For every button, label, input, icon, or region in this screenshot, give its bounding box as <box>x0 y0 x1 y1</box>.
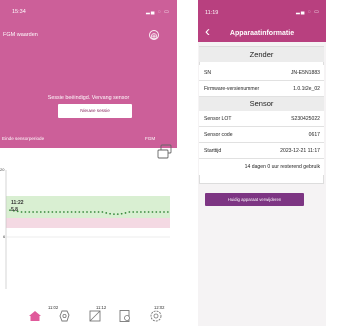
y-tick-mid: 6 <box>3 234 6 239</box>
glucose-dot <box>109 212 111 215</box>
lot-row: Sensor LOT S230425022 <box>199 111 324 127</box>
sensor-section-header: Sensor <box>199 97 324 111</box>
glucose-dot <box>32 211 34 213</box>
statistics-icon[interactable] <box>88 309 102 323</box>
code-value: 0617 <box>308 132 320 138</box>
glucose-dot <box>143 211 146 213</box>
glucose-dot <box>70 211 73 213</box>
glucose-dot <box>28 211 31 213</box>
glucose-dot <box>86 211 88 213</box>
glucose-dot <box>140 211 142 213</box>
glucose-dot <box>78 211 81 213</box>
remaining-text: 14 dagen 0 uur resterend gebruik <box>244 164 320 170</box>
header-title: FGM waarden <box>3 32 38 38</box>
sn-row: SN JN-E5N1883 <box>199 65 324 81</box>
reading-value: 5.8 <box>11 207 18 213</box>
glucose-dot <box>151 211 154 213</box>
firmware-label: Firmware-versienummer <box>204 86 260 92</box>
settings-icon[interactable] <box>149 309 163 323</box>
home-icon[interactable] <box>28 310 42 322</box>
x-label-1: 11:02 <box>48 305 59 310</box>
reading-time: 11:22 <box>11 200 24 206</box>
glucose-dot <box>93 211 96 213</box>
sn-value: JN-E5N1883 <box>290 70 320 76</box>
left-header-panel <box>0 0 177 148</box>
footer-left-label: Einde sensorperiode <box>2 136 45 141</box>
glucose-dot <box>47 211 50 213</box>
glucose-dot <box>166 211 169 213</box>
lot-label: Sensor LOT <box>204 116 232 122</box>
session-ended-message: Sessie beëindigd. Vervang sensor <box>47 95 130 101</box>
glucose-dot <box>66 211 69 213</box>
lot-value: S230425022 <box>291 116 320 122</box>
glucose-dot <box>128 211 131 213</box>
glucose-dot <box>51 211 54 213</box>
left-status-icons: ▂▄ ◌ ▭ <box>146 9 170 15</box>
glucose-dot <box>113 213 115 216</box>
glucose-chart <box>5 170 170 289</box>
footer-right-label: FGM <box>145 136 156 141</box>
glucose-dot <box>116 213 119 216</box>
report-icon[interactable] <box>118 309 132 323</box>
glucose-dot <box>136 211 138 213</box>
glucose-dot <box>155 211 158 213</box>
sn-label: SN <box>204 70 212 76</box>
page-title: Apparaatinformatie <box>229 30 295 37</box>
glucose-dot <box>101 211 104 213</box>
target-range-band <box>6 196 170 218</box>
firmware-row: Firmware-versienummer 1.0.1t2e_02 <box>199 81 324 97</box>
firmware-value: 1.0.1t2e_02 <box>293 86 320 92</box>
glucose-dot <box>59 211 61 213</box>
glucose-dot <box>124 212 127 214</box>
y-tick-top: 20 <box>0 167 5 172</box>
new-session-button[interactable]: Nieuwe sessie <box>58 104 132 118</box>
sensor-code-row: Sensor code 0617 <box>199 127 324 143</box>
glucose-dot <box>20 211 23 213</box>
start-time-row: Starttijd 2023-12-21 11:17 <box>199 143 324 159</box>
glucose-dot <box>36 211 38 213</box>
right-status-time: 11:19 <box>205 10 219 16</box>
add-icon[interactable]: ⊕ <box>149 30 159 41</box>
glucose-dot <box>163 211 165 213</box>
glucose-dot <box>159 211 162 213</box>
glucose-dot <box>132 211 135 213</box>
glucose-dot <box>74 211 77 213</box>
remove-device-button[interactable]: Huidig apparaat verwijderen <box>205 193 304 206</box>
glucose-dot <box>120 212 123 215</box>
transmitter-section-header: Zender <box>199 47 324 62</box>
glucose-dot <box>55 211 58 213</box>
start-value: 2023-12-21 11:17 <box>280 148 320 154</box>
glucose-dot <box>147 211 150 213</box>
glucose-dot <box>105 212 108 214</box>
glucose-dot <box>24 211 27 213</box>
remaining-row: 14 dagen 0 uur resterend gebruik <box>199 159 324 175</box>
glucose-dot <box>43 211 46 213</box>
code-label: Sensor code <box>204 132 233 138</box>
glucose-dot <box>97 211 100 213</box>
glucose-dot <box>89 211 92 213</box>
sensor-icon[interactable] <box>58 309 72 323</box>
glucose-dot <box>39 211 42 213</box>
glucose-dot <box>82 211 85 213</box>
right-status-icons: ▂▄ ◌ ▭ <box>296 9 320 15</box>
left-status-time: 15:34 <box>12 9 26 15</box>
low-range-band <box>6 218 170 228</box>
rotate-screen-icon[interactable] <box>157 144 174 160</box>
start-label: Starttijd <box>204 148 222 154</box>
glucose-dot <box>63 211 65 213</box>
